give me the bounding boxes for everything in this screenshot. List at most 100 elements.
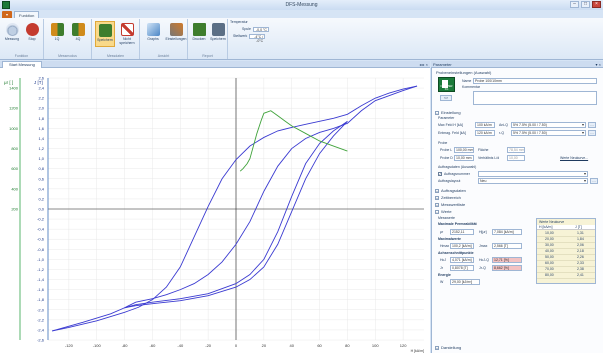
werte-neukurve-table: Werte Neukurve H [kA/m] J [T] 10,00 1,31 … [536,218,596,284]
y-left-tick-label: 800 [11,146,18,151]
drucken-button[interactable]: Drucken [189,21,209,47]
auftrag-checkbox[interactable]: ✓ [438,172,442,176]
speedometer-icon [5,23,19,36]
y-right-tick-label: -1,4 [37,277,45,282]
expander-icon[interactable]: + [435,196,439,200]
save-icon [98,24,112,37]
probe-l-input[interactable]: 100,00 mm [454,147,474,153]
file-menu-tab[interactable]: ▾ [2,11,13,18]
app-window: DFS-Messung – □ × ▾ Funktion Messung Sto… [0,0,603,353]
tab-parameter[interactable]: Parameter [433,61,452,68]
x-tick-label: 60 [317,343,322,348]
group-label: Report [202,54,213,58]
series-line-4 [239,110,348,172]
report-speichern-button[interactable]: Speichern [208,21,228,47]
y-right-tick-label: -0,2 [37,217,45,222]
x-tick-label: 100 [372,343,379,348]
y-right-axis-label: J [T] [34,80,43,85]
ani-q-more-button[interactable]: … [588,122,596,128]
y-right-tick-label: -2,2 [37,317,45,322]
stop-icon [25,23,39,36]
hmax-value: 100,2 [kA/m] [450,243,474,249]
y-right-tick-label: 0,8 [38,166,44,171]
expander-icon[interactable]: + [435,189,439,193]
probe-d-label: Probe D [440,156,453,160]
temperature-label: Temperatur [230,20,248,24]
parameter-panel: Probeneinstellungen (Auswahl) FORSTER KG… [431,68,603,353]
y-right-tick-label: 1,8 [38,116,44,121]
tab-start-messung[interactable]: Start Messung [2,61,42,68]
y-right-tick-label: 0,0 [38,207,44,212]
hmax-label: Hmax [440,244,450,248]
jr-value: 0,8078 [T] [450,265,474,271]
expander-icon[interactable]: − [435,210,439,214]
hmur-value: 7,084 [kA/m] [492,229,522,235]
y-right-tick-label: -1,6 [37,287,45,292]
messwertliste-header: Messwertliste [441,202,466,207]
ani-q-dropdown[interactable]: 5% 7.5% (5.00 / 7.50) [511,122,586,128]
minimize-button[interactable]: – [570,1,579,8]
col-h-header: H [kA/m] [539,225,553,229]
einstellungen-button[interactable]: Einstellungen [165,21,187,47]
y-right-tick-label: -1,0 [37,257,45,262]
col-j-header: J [T] [575,225,582,229]
y-right-tick-label: 0,2 [38,196,44,201]
expander-icon[interactable]: − [435,111,439,115]
close-button[interactable]: × [592,1,601,8]
max-feld-input[interactable]: 100 kA/m [475,122,495,128]
y-left-tick-label: 200 [11,207,18,212]
flaeche-label: Fläche [478,148,489,152]
y-left-tick-label: 400 [11,186,18,191]
series-line-1 [52,85,418,332]
x-tick-label: 120 [400,343,407,348]
hcjq-value: 12,71 [%] [492,257,522,263]
panel-controls[interactable]: ▾ × [596,61,601,68]
probe-l-label: Probe L [440,148,453,152]
kommentar-input[interactable] [473,91,597,105]
ani-q-label: Ani-Q [499,123,508,127]
probe-icon-button[interactable]: <> [440,95,452,101]
mode-1q-button[interactable]: 1Q [47,21,67,47]
probe-name-input[interactable]: Probe 100/10mm [473,78,597,84]
auftrag-dropdown[interactable] [478,171,588,177]
auftragslayout-dropdown[interactable]: Neu [478,178,588,184]
y-left-tick-label: 1200 [9,106,19,111]
table-row[interactable]: 80,00 2,41 [537,273,595,279]
speichern-button[interactable]: Speichern [95,21,115,47]
energie-label: Energie [438,273,451,277]
group-label: Messmodus [58,54,77,58]
messung-button[interactable]: Messung [2,21,22,47]
x-tick-label: -120 [65,343,74,348]
tab-controls[interactable]: ◂ ▸ × [419,61,428,68]
x-tick-label: 0 [235,343,238,348]
x-tick-label: -80 [122,343,129,348]
r-q-dropdown[interactable]: 5% 7.5% (5.00 / 7.50) [511,130,586,136]
werte-neukurve-link[interactable]: Werte Neukurve... [560,156,588,160]
probe-label: Probe [438,141,448,145]
mode-4q-button[interactable]: 4Q [68,21,88,47]
y-right-tick-label: 2,0 [38,106,44,111]
x-tick-label: -20 [205,343,212,348]
group-report: Drucken Speichern Report [188,19,228,59]
maximize-button[interactable]: □ [581,1,590,8]
r-q-more-button[interactable]: … [588,130,596,136]
darstellung-header: Darstellung [441,345,462,350]
graphs-button[interactable]: Graphs [143,21,163,47]
auftragslayout-more-button[interactable]: … [590,178,598,184]
expander-icon[interactable]: + [435,203,439,207]
x-tick-label: -40 [177,343,184,348]
quadrant-4q-icon [71,23,85,36]
hcjq-label: HcJ-Q [479,258,489,262]
chart-area: -120 -100 -80 -60 -40 -20 0 20 40 60 80 100 120 H [kA… [0,68,430,353]
nicht-speichern-button[interactable]: Nicht speichern [117,21,137,47]
jrq-label: Jr-Q [479,266,486,270]
probe-logo: FORSTER KG [438,77,455,92]
entmag-input[interactable]: 120 kA/m [475,130,495,136]
stop-button[interactable]: Stop [22,21,42,47]
expander-icon[interactable]: + [435,346,439,350]
probe-d-input[interactable]: 10,00 mm [454,155,474,161]
group-messmodus: 1Q 4Q Messmodus [44,19,92,59]
x-unit-label: H [kA/m] [411,349,424,353]
tab-funktion[interactable]: Funktion [14,11,40,18]
y-left-tick-label: 600 [11,166,18,171]
